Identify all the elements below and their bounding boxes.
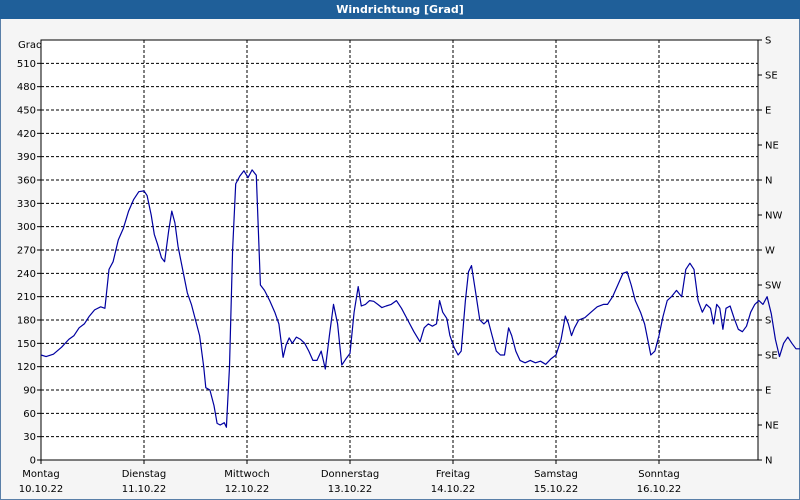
y-tick-label: 30	[23, 432, 36, 443]
y-tick-label: 60	[23, 409, 36, 420]
y-tick-label: 240	[17, 269, 36, 280]
left-axis: 0 30 60 90 120 150 180 210 240 270 300 330 360 390 420…	[17, 59, 41, 467]
x-tick-day: Mittwoch	[224, 469, 269, 480]
x-tick-day: Dienstag	[122, 469, 167, 480]
y-tick-label: 510	[17, 59, 36, 70]
right-axis: N NE E SE S SW W NW N NE E SE S	[758, 36, 782, 467]
x-tick-date: 15.10.22	[534, 484, 579, 495]
y-tick-label: 120	[17, 362, 36, 373]
y-tick-label: 90	[23, 386, 36, 397]
right-tick-label: SW	[765, 281, 781, 292]
y-tick-label: 330	[17, 199, 36, 210]
right-tick-label: SE	[765, 351, 778, 362]
x-tick-date: 11.10.22	[122, 484, 167, 495]
right-tick-label: W	[765, 246, 775, 257]
right-tick-label: E	[765, 386, 771, 397]
x-tick-date: 16.10.22	[637, 484, 682, 495]
right-tick-label: NE	[765, 141, 779, 152]
right-tick-label: NW	[765, 211, 782, 222]
y-tick-label: 210	[17, 292, 36, 303]
x-tick-day: Freitag	[436, 469, 470, 480]
right-tick-label: E	[765, 106, 771, 117]
y-axis-label: Grad	[18, 40, 42, 51]
y-tick-label: 0	[30, 456, 36, 467]
x-tick-day: Sonntag	[638, 469, 680, 480]
y-tick-label: 390	[17, 152, 36, 163]
y-tick-label: 270	[17, 246, 36, 257]
grid	[41, 40, 758, 460]
y-tick-label: 360	[17, 176, 36, 187]
y-tick-label: 450	[17, 106, 36, 117]
x-tick-day: Montag	[22, 469, 59, 480]
x-tick-date: 10.10.22	[19, 484, 64, 495]
y-tick-label: 180	[17, 316, 36, 327]
right-tick-label: N	[765, 176, 772, 187]
line-chart: 0 30 60 90 120 150 180 210 240 270 300 330 360 390 420…	[17, 36, 800, 495]
x-tick-day: Samstag	[534, 469, 578, 480]
y-tick-label: 420	[17, 129, 36, 140]
x-tick-day: Donnerstag	[321, 469, 379, 480]
y-tick-label: 480	[17, 82, 36, 93]
right-tick-label: N	[765, 456, 772, 467]
x-axis: Montag 10.10.22 Dienstag 11.10.22 Mittwoch 12…	[19, 460, 682, 495]
x-tick-date: 14.10.22	[431, 484, 476, 495]
right-tick-label: S	[765, 36, 771, 47]
right-tick-label: SE	[765, 71, 778, 82]
y-tick-label: 300	[17, 222, 36, 233]
right-tick-label: S	[765, 316, 771, 327]
right-tick-label: NE	[765, 421, 779, 432]
x-tick-date: 12.10.22	[225, 484, 270, 495]
x-tick-date: 13.10.22	[328, 484, 373, 495]
y-tick-label: 150	[17, 339, 36, 350]
